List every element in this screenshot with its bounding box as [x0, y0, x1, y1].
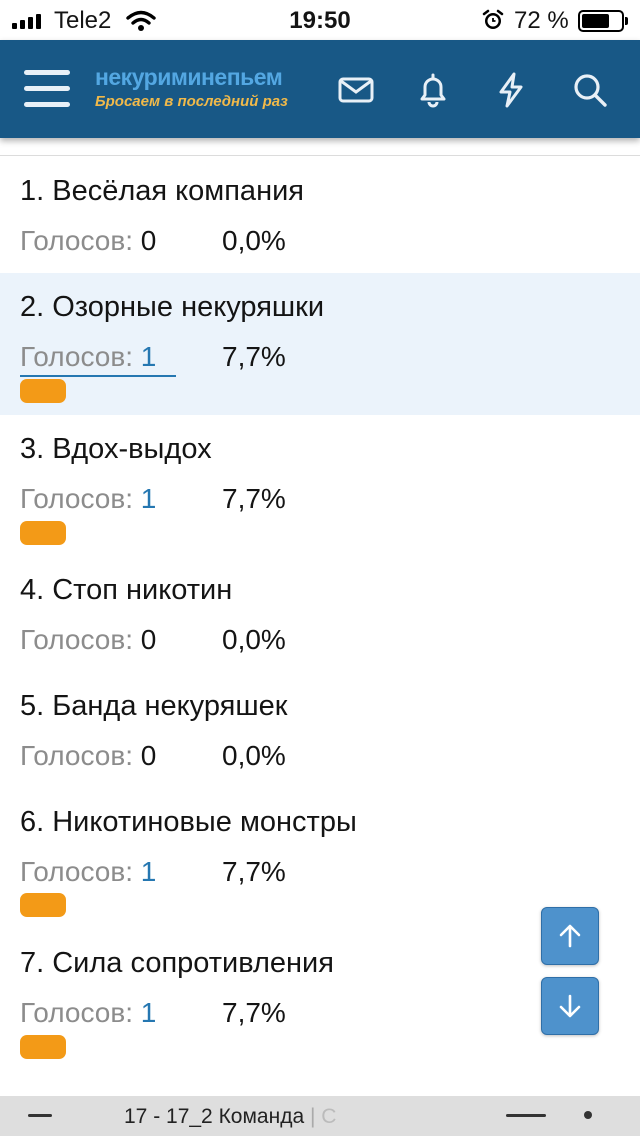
battery-icon — [578, 10, 624, 32]
alarm-icon — [482, 9, 504, 29]
logo-tagline: Бросаем в последний раз — [95, 93, 288, 110]
poll-percent: 7,7% — [222, 483, 286, 514]
poll-result-bar — [20, 893, 66, 917]
poll-vote-count: Голосов: 0 — [20, 624, 156, 656]
scroll-to-top-button[interactable] — [541, 907, 599, 965]
poll-voters-link[interactable]: Голосов: 1 — [20, 997, 156, 1029]
battery-tip — [625, 17, 628, 25]
poll-option-title: 4. Стоп никотин — [20, 574, 233, 606]
poll-percent: 0,0% — [222, 740, 286, 771]
votes-number: 0 — [140, 624, 157, 655]
logo-main-text: некуриминепьем — [95, 64, 283, 90]
bell-icon[interactable] — [413, 70, 453, 110]
scroll-to-bottom-button[interactable] — [541, 977, 599, 1035]
poll-option[interactable]: 1. Весёлая компания Голосов: 0 0,0% — [0, 157, 640, 273]
poll-result-bar — [20, 521, 66, 545]
poll-option[interactable]: 2. Озорные некуряшки Голосов: 1 7,7% — [0, 273, 640, 415]
poll-option[interactable]: 3. Вдох-выдох Голосов: 1 7,7% — [0, 415, 640, 565]
poll-percent: 0,0% — [222, 225, 286, 256]
app-header: некуриминепьем Бросаем в последний раз — [0, 40, 640, 138]
poll-percent: 7,7% — [222, 856, 286, 887]
tabs-line-icon[interactable] — [506, 1114, 546, 1117]
poll-vote-count: Голосов: 0 — [20, 740, 156, 772]
poll-option-title: 7. Сила сопротивления — [20, 947, 334, 979]
poll-option-title: 5. Банда некуряшек — [20, 690, 288, 722]
lightning-icon[interactable] — [491, 70, 531, 110]
poll-voters-link[interactable]: Голосов: 1 — [20, 341, 177, 377]
poll-percent: 0,0% — [222, 624, 286, 655]
mail-icon[interactable] — [336, 70, 376, 110]
tab-title-text: 17 - 17_2 Команда — [124, 1105, 305, 1128]
browser-tab-title[interactable]: 17 - 17_2 Команда | С — [124, 1105, 336, 1129]
search-icon[interactable] — [570, 70, 610, 110]
poll-percent: 7,7% — [222, 997, 286, 1028]
votes-number: 1 — [140, 341, 157, 372]
votes-number: 1 — [140, 997, 157, 1028]
minimize-icon[interactable] — [28, 1114, 52, 1117]
votes-number: 1 — [140, 483, 157, 514]
votes-number: 0 — [140, 740, 157, 771]
poll-option[interactable]: 5. Банда некуряшек Голосов: 0 0,0% — [0, 681, 640, 797]
arrow-down-icon — [559, 994, 581, 1018]
votes-label: Голосов: — [20, 997, 134, 1028]
votes-label: Голосов: — [20, 740, 134, 771]
poll-voters-link[interactable]: Голосов: 1 — [20, 856, 156, 888]
tab-separator: | — [309, 1105, 316, 1128]
poll-option-title: 6. Никотиновые монстры — [20, 806, 357, 838]
previous-row-edge — [0, 138, 640, 156]
poll-option-title: 3. Вдох-выдох — [20, 433, 212, 465]
votes-label: Голосов: — [20, 341, 134, 372]
poll-percent: 7,7% — [222, 341, 286, 372]
votes-number: 1 — [140, 856, 157, 887]
menu-icon[interactable] — [24, 70, 70, 108]
poll-vote-count: Голосов: 0 — [20, 225, 156, 257]
poll-result-bar — [20, 1035, 66, 1059]
poll-option-title: 1. Весёлая компания — [20, 175, 304, 207]
poll-voters-link[interactable]: Голосов: 1 — [20, 483, 156, 515]
votes-number: 0 — [140, 225, 157, 256]
tab-title-overflow: С — [321, 1105, 337, 1128]
votes-label: Голосов: — [20, 483, 134, 514]
votes-label: Голосов: — [20, 856, 134, 887]
votes-label: Голосов: — [20, 225, 134, 256]
status-bar: Tele2 19:50 72 % — [0, 0, 640, 40]
votes-label: Голосов: — [20, 624, 134, 655]
dot-menu-icon[interactable] — [584, 1111, 592, 1119]
poll-option[interactable]: 4. Стоп никотин Голосов: 0 0,0% — [0, 565, 640, 681]
battery-percent: 72 % — [514, 7, 569, 34]
poll-option-title: 2. Озорные некуряшки — [20, 291, 325, 323]
poll-result-bar — [20, 379, 66, 403]
browser-bottom-bar: 17 - 17_2 Команда | С — [0, 1096, 640, 1136]
arrow-up-icon — [559, 924, 581, 948]
site-logo[interactable]: некуриминепьем Бросаем в последний раз — [95, 64, 288, 110]
